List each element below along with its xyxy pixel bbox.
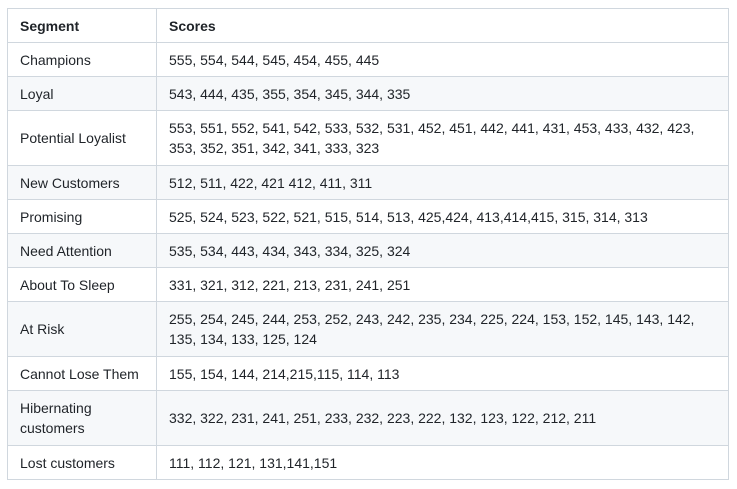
segment-cell: Champions — [7, 42, 157, 77]
scores-cell: 555, 554, 544, 545, 454, 455, 445 — [156, 42, 729, 77]
table-row: At Risk 255, 254, 245, 244, 253, 252, 24… — [7, 301, 729, 357]
segment-cell: At Risk — [7, 301, 157, 357]
table-row: Lost customers 111, 112, 121, 131,141,15… — [7, 445, 729, 480]
table-row: Champions 555, 554, 544, 545, 454, 455, … — [7, 42, 729, 77]
segment-cell: Cannot Lose Them — [7, 356, 157, 391]
scores-cell: 111, 112, 121, 131,141,151 — [156, 445, 729, 480]
segment-cell: Promising — [7, 199, 157, 234]
segment-cell: Potential Loyalist — [7, 110, 157, 166]
column-header-scores: Scores — [156, 8, 729, 43]
segment-cell: Hibernating customers — [7, 390, 157, 446]
table-row: About To Sleep 331, 321, 312, 221, 213, … — [7, 267, 729, 302]
scores-cell: 155, 154, 144, 214,215,115, 114, 113 — [156, 356, 729, 391]
scores-cell: 553, 551, 552, 541, 542, 533, 532, 531, … — [156, 110, 729, 166]
table-row: Hibernating customers 332, 322, 231, 241… — [7, 390, 729, 446]
scores-cell: 535, 534, 443, 434, 343, 334, 325, 324 — [156, 233, 729, 268]
segment-scores-table: Segment Scores Champions 555, 554, 544, … — [7, 8, 729, 480]
table-row: Need Attention 535, 534, 443, 434, 343, … — [7, 233, 729, 268]
scores-cell: 543, 444, 435, 355, 354, 345, 344, 335 — [156, 76, 729, 111]
segment-cell: New Customers — [7, 165, 157, 200]
table-row: Potential Loyalist 553, 551, 552, 541, 5… — [7, 110, 729, 166]
scores-cell: 525, 524, 523, 522, 521, 515, 514, 513, … — [156, 199, 729, 234]
scores-cell: 255, 254, 245, 244, 253, 252, 243, 242, … — [156, 301, 729, 357]
segment-cell: About To Sleep — [7, 267, 157, 302]
segment-cell: Need Attention — [7, 233, 157, 268]
table-row: Promising 525, 524, 523, 522, 521, 515, … — [7, 199, 729, 234]
segment-cell: Loyal — [7, 76, 157, 111]
scores-cell: 331, 321, 312, 221, 213, 231, 241, 251 — [156, 267, 729, 302]
scores-cell: 332, 322, 231, 241, 251, 233, 232, 223, … — [156, 390, 729, 446]
table-row: Loyal 543, 444, 435, 355, 354, 345, 344,… — [7, 76, 729, 111]
table-row: Cannot Lose Them 155, 154, 144, 214,215,… — [7, 356, 729, 391]
table-container: Segment Scores Champions 555, 554, 544, … — [7, 8, 729, 480]
scores-cell: 512, 511, 422, 421 412, 411, 311 — [156, 165, 729, 200]
column-header-segment: Segment — [7, 8, 157, 43]
table-row: New Customers 512, 511, 422, 421 412, 41… — [7, 165, 729, 200]
table-header-row: Segment Scores — [7, 8, 729, 43]
segment-cell: Lost customers — [7, 445, 157, 480]
